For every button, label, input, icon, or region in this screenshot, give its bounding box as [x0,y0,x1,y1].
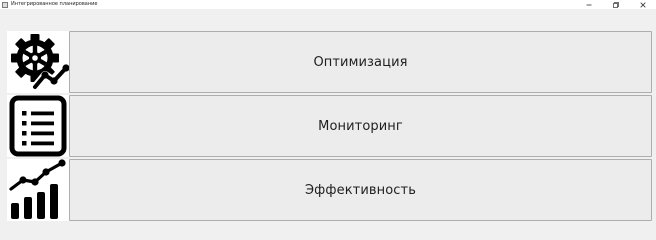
efficiency-button-label: Эффективность [305,182,416,198]
title-bar: Интегрированное планирование [0,0,656,9]
close-button[interactable] [629,0,656,9]
window-controls [575,0,656,9]
menu-row-efficiency: Эффективность [4,159,652,221]
efficiency-button[interactable]: Эффективность [69,159,652,221]
optimization-button[interactable]: Оптимизация [69,31,652,93]
maximize-button[interactable] [602,0,629,9]
gear-trend-icon [7,31,69,93]
main-content: Оптимизация Мониторинг Эффективность [0,9,656,240]
maximize-icon [612,1,619,8]
menu-row-monitoring: Мониторинг [4,95,652,157]
app-window: Интегрированное планирование Оптимизация… [0,0,656,240]
monitoring-button[interactable]: Мониторинг [69,95,652,157]
window-title: Интегрированное планирование [11,1,98,7]
monitoring-button-label: Мониторинг [318,118,403,134]
checklist-icon [7,95,69,157]
minimize-button[interactable] [575,0,602,9]
menu-row-optimization: Оптимизация [4,31,652,93]
app-icon [2,1,8,8]
minimize-icon [586,4,591,5]
bar-chart-trend-icon [7,159,69,221]
optimization-button-label: Оптимизация [313,54,408,70]
close-icon [639,1,646,8]
